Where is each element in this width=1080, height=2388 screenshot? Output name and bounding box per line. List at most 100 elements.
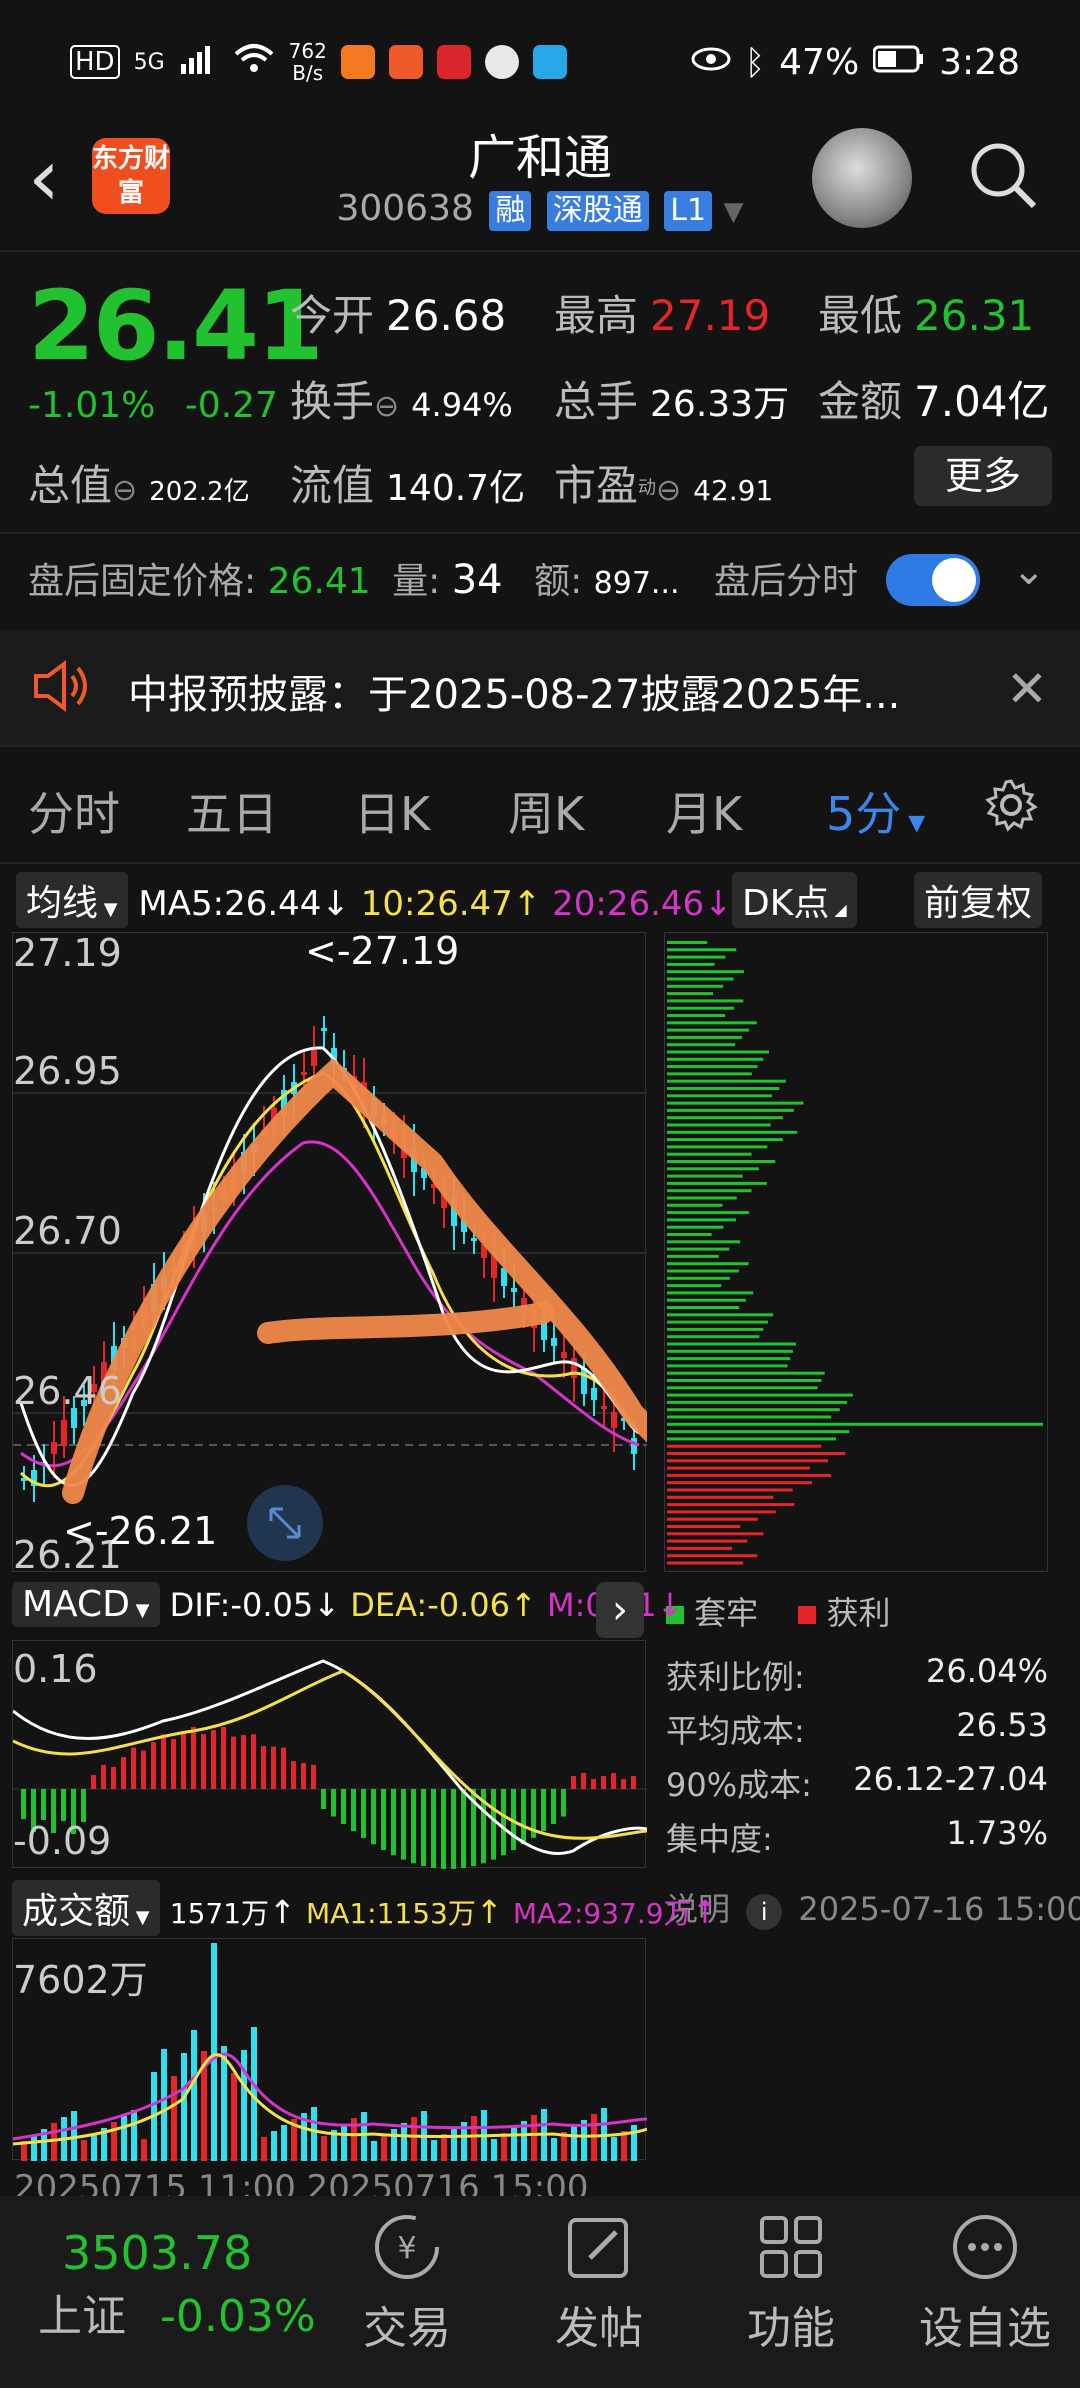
macd-bar bbox=[341, 1789, 346, 1824]
chip-bar bbox=[667, 1393, 853, 1397]
macd-bottom-label: -0.09 bbox=[13, 1819, 112, 1863]
legend-trapped: 套牢 bbox=[694, 1594, 759, 1632]
chip-bar bbox=[667, 1379, 822, 1382]
tab-monthly-k[interactable]: 月K bbox=[666, 778, 742, 844]
tab-timeshare[interactable]: 分时 bbox=[28, 778, 120, 844]
pe-label: 市盈 bbox=[554, 461, 639, 510]
candle bbox=[551, 1338, 557, 1346]
macd-bar bbox=[151, 1742, 156, 1789]
macd-bar bbox=[421, 1789, 426, 1867]
volume-bar bbox=[81, 2140, 87, 2161]
pe-superscript: 动 bbox=[638, 477, 657, 499]
chip-bar bbox=[667, 1517, 758, 1521]
info-icon[interactable]: ⊖ bbox=[656, 473, 681, 508]
candle bbox=[311, 1050, 317, 1066]
nav-trade[interactable]: ¥ 交易 bbox=[352, 2210, 462, 2356]
info-icon[interactable]: ⊖ bbox=[374, 389, 399, 424]
macd-bar bbox=[311, 1764, 316, 1789]
nav-functions[interactable]: 功能 bbox=[736, 2210, 846, 2356]
dropdown-caret-icon: ▼ bbox=[98, 899, 118, 920]
macd-bar bbox=[61, 1789, 66, 1821]
after-hours-toggle[interactable] bbox=[886, 554, 980, 606]
next-indicator-button[interactable]: › bbox=[596, 1582, 644, 1638]
chip-bar bbox=[667, 1145, 768, 1149]
after-qty-label: 量: bbox=[392, 561, 441, 602]
min-marker: <-26.21 bbox=[63, 1509, 218, 1553]
macd-bar bbox=[591, 1779, 596, 1789]
pe-field[interactable]: 市盈动⊖ 42.91 bbox=[554, 452, 773, 513]
macd-bar bbox=[221, 1726, 226, 1789]
chip-bar bbox=[667, 1057, 764, 1061]
macd-bar bbox=[501, 1789, 506, 1856]
volume-bar bbox=[211, 1943, 217, 2161]
chip-bar bbox=[667, 1422, 1043, 1426]
adjust-button[interactable]: 前复权 bbox=[914, 872, 1043, 928]
nav-watchlist-label: 设自选 bbox=[919, 2303, 1051, 2354]
chip-bar bbox=[667, 1130, 798, 1134]
mktcap-field[interactable]: 总值⊖ 202.2亿 bbox=[28, 452, 250, 513]
kline-chart[interactable]: 27.19 26.95 26.70 26.46 26.21 <-27.19 <-… bbox=[12, 929, 734, 1577]
chip-bar bbox=[667, 1006, 734, 1010]
macd-bar bbox=[551, 1789, 556, 1824]
chip-bar bbox=[667, 977, 734, 981]
tab-daily-k[interactable]: 日K bbox=[354, 778, 430, 844]
chip-bar bbox=[667, 1546, 733, 1550]
volume-selector[interactable]: 成交额 ▼ bbox=[12, 1880, 160, 1936]
volume-chart[interactable]: 7602万 bbox=[12, 1938, 648, 2161]
battery-percent: 47% bbox=[779, 42, 860, 83]
nav-post[interactable]: 发帖 bbox=[544, 2210, 654, 2356]
volume-bar bbox=[501, 2133, 507, 2161]
chip-bar bbox=[667, 1276, 730, 1280]
ma-selector[interactable]: 均线 ▼ bbox=[16, 872, 128, 928]
volume-bar bbox=[51, 2123, 57, 2161]
gear-icon[interactable] bbox=[984, 778, 1038, 832]
stock-code-row[interactable]: 300638 融 深股通 L1 ▼ bbox=[0, 188, 1080, 231]
svg-text:¥: ¥ bbox=[397, 2231, 416, 2266]
after-amt-value: 897... bbox=[593, 566, 680, 601]
macd-chart[interactable]: 0.16 -0.09 bbox=[12, 1640, 648, 1869]
mktcap-value: 202.2亿 bbox=[149, 477, 250, 507]
volume-ma1: MA1:1153万 bbox=[306, 1897, 476, 1930]
chevron-down-icon[interactable]: ⌄ bbox=[1012, 548, 1046, 594]
notice-text[interactable]: 中报预披露：于2025-08-27披露2025年... bbox=[128, 662, 900, 720]
macd-bar bbox=[521, 1789, 526, 1845]
macd-selector[interactable]: MACD ▼ bbox=[12, 1582, 160, 1627]
dk-point-button[interactable]: DK点 ◢ bbox=[732, 872, 857, 928]
close-icon[interactable]: ✕ bbox=[1006, 660, 1048, 718]
open-value: 26.68 bbox=[386, 291, 507, 340]
macd-bar bbox=[141, 1750, 146, 1789]
volume-bar bbox=[261, 2137, 267, 2161]
chip-bar bbox=[667, 1028, 750, 1032]
max-marker: <-27.19 bbox=[305, 929, 460, 973]
chip-bar bbox=[667, 1342, 796, 1346]
nav-watchlist[interactable]: 设自选 bbox=[910, 2210, 1060, 2356]
chip-distribution[interactable] bbox=[664, 932, 1048, 1572]
index-ticker[interactable]: 3503.78 上证 -0.03% bbox=[38, 2226, 316, 2344]
after-price-value: 26.41 bbox=[267, 561, 371, 602]
float-label: 流值 bbox=[290, 461, 375, 510]
candle bbox=[51, 1442, 57, 1454]
macd-bar bbox=[371, 1789, 376, 1845]
search-icon[interactable] bbox=[968, 140, 1038, 210]
macd-bar bbox=[181, 1732, 186, 1789]
chip-bar bbox=[667, 1320, 768, 1324]
turnover-field[interactable]: 换手⊖ 4.94% bbox=[290, 368, 513, 429]
assistant-robot-icon[interactable] bbox=[812, 128, 912, 228]
chip-note-row[interactable]: 说明 i 2025-07-16 15:00 bbox=[666, 1884, 1080, 1930]
candle bbox=[61, 1420, 67, 1446]
tab-five-day[interactable]: 五日 bbox=[186, 778, 278, 844]
chip-bar bbox=[667, 1561, 744, 1565]
more-dots-icon bbox=[948, 2210, 1022, 2284]
macd-label: MACD bbox=[22, 1584, 130, 1625]
divider bbox=[0, 745, 1080, 747]
tab-weekly-k[interactable]: 周K bbox=[508, 778, 584, 844]
legend-swatch bbox=[798, 1606, 817, 1624]
chip-bar bbox=[667, 1539, 748, 1543]
volume-bar bbox=[141, 2139, 147, 2161]
info-icon[interactable]: ⊖ bbox=[112, 473, 137, 508]
tab-5min[interactable]: 5分 ▼ bbox=[826, 778, 925, 844]
bottom-nav: 3503.78 上证 -0.03% ¥ 交易 发帖 功能 设自选 bbox=[0, 2196, 1080, 2388]
more-button[interactable]: 更多 bbox=[914, 446, 1052, 506]
chip-bar bbox=[667, 1189, 752, 1193]
candle bbox=[601, 1406, 607, 1409]
